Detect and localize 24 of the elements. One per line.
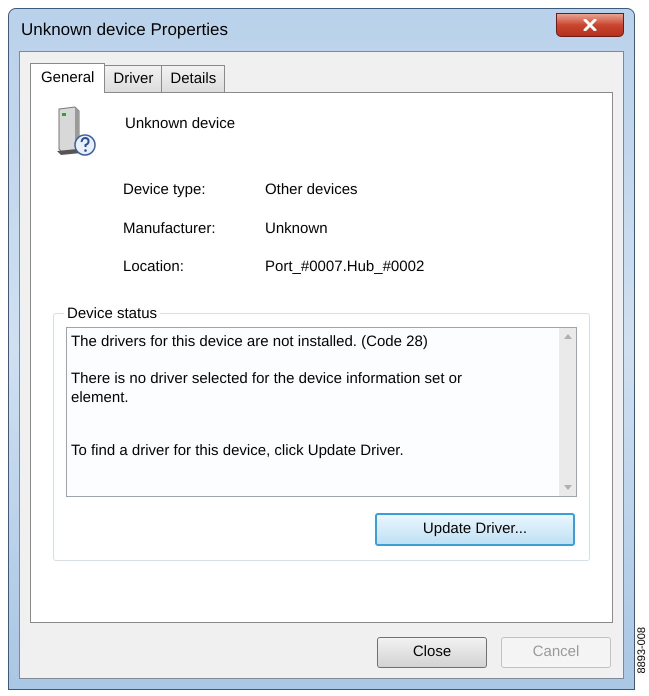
group-legend: Device status: [64, 302, 160, 325]
status-message: The drivers for this device are not installed. (Code 28): [71, 332, 429, 351]
device-name: Unknown device: [125, 114, 236, 134]
update-driver-button[interactable]: Update Driver...: [375, 513, 575, 546]
property-label: Location:: [123, 257, 185, 277]
tab[interactable]: General: [30, 63, 106, 93]
window-title: Unknown device Properties: [20, 19, 228, 42]
dialog-button[interactable]: Close: [377, 637, 487, 668]
property-value: Port_#0007.Hub_#0002: [265, 257, 426, 277]
tab[interactable]: Driver: [104, 65, 162, 92]
scroll-down-icon: [564, 485, 572, 490]
scroll-up-icon: [564, 334, 572, 339]
tab[interactable]: Details: [161, 65, 226, 92]
property-value: Other devices: [265, 180, 359, 200]
close-icon: [583, 19, 597, 31]
close-button[interactable]: [556, 13, 624, 37]
property-value: Unknown: [265, 218, 329, 238]
status-message: There is no driver selected for the device information set or element.: [71, 369, 464, 407]
figure-label: 8893-008: [635, 626, 649, 674]
status-message: To find a driver for this device, click Update Driver.: [71, 441, 405, 460]
property-label: Device type:: [123, 180, 207, 200]
status-text-box[interactable]: The drivers for this device are not installed. (Code 28) There is no driver selected for the device information set or element. To find a driver for this device, click Update Driver.: [66, 327, 577, 497]
property-label: Manufacturer:: [123, 218, 217, 238]
scrollbar[interactable]: [559, 328, 576, 496]
